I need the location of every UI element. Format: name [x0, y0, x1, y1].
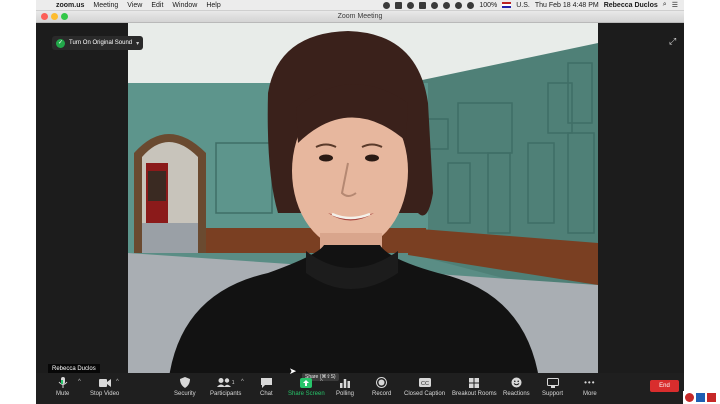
expand-icon[interactable]: ⤢ [669, 37, 678, 46]
menu-app[interactable]: zoom.us [56, 2, 84, 9]
closed-caption-button[interactable]: CC Closed Caption [404, 377, 445, 397]
shield-check-icon: ✓ [56, 38, 65, 48]
battery-percent[interactable]: 100% [479, 2, 497, 9]
mute-button[interactable]: Mute [56, 377, 69, 397]
cc-icon: CC [418, 377, 431, 388]
video-options-chevron-icon[interactable]: ^ [116, 379, 119, 385]
record-icon [376, 377, 388, 388]
security-label: Security [174, 391, 196, 397]
volume-icon[interactable] [467, 1, 475, 9]
participants-label: Participants [210, 391, 242, 397]
breakout-rooms-button[interactable]: Breakout Rooms [452, 377, 497, 397]
participants-chevron-icon[interactable]: ^ [241, 379, 244, 385]
svg-text:CC: CC [421, 381, 429, 387]
mac-menubar: zoom.us Meeting View Edit Window Help 10… [36, 0, 684, 11]
brand-logo-icon [707, 393, 716, 402]
breakout-rooms-label: Breakout Rooms [452, 391, 497, 397]
support-label: Support [542, 391, 564, 397]
security-button[interactable]: Security [174, 377, 196, 397]
brand-logo-icon [685, 393, 694, 402]
chat-button[interactable]: Chat [260, 377, 273, 397]
support-icon [546, 377, 559, 388]
more-button[interactable]: ••• More [583, 377, 597, 397]
bluetooth-icon[interactable] [443, 1, 451, 9]
menu-window[interactable]: Window [172, 2, 197, 9]
zoom-window: Zoom Meeting ✓ Turn On Original Sound ▾ … [36, 11, 684, 404]
participants-icon: 1 [216, 377, 236, 388]
breakout-rooms-icon [468, 377, 480, 388]
more-dots-icon: ••• [584, 378, 596, 387]
mute-label: Mute [56, 391, 70, 397]
window-title: Zoom Meeting [337, 13, 383, 20]
original-sound-button[interactable]: ✓ Turn On Original Sound ▾ [52, 36, 144, 50]
clock[interactable]: Thu Feb 18 4:48 PM [535, 2, 599, 9]
support-button[interactable]: Support [542, 377, 563, 397]
participants-count: 1 [231, 379, 235, 386]
brand-logo-icon [696, 393, 705, 402]
menu-edit[interactable]: Edit [151, 2, 163, 9]
menu-list-icon[interactable]: ☰ [672, 1, 678, 9]
participant-video [128, 23, 598, 385]
reactions-label: Reactions [503, 391, 530, 397]
flag-icon [502, 2, 512, 8]
menu-meeting[interactable]: Meeting [93, 2, 118, 9]
microphone-icon [57, 377, 69, 388]
user-name[interactable]: Rebecca Duclos [604, 2, 658, 9]
audio-options-chevron-icon[interactable]: ^ [78, 379, 81, 385]
status-icon[interactable] [419, 1, 427, 9]
status-icon[interactable] [431, 1, 439, 9]
status-icon[interactable] [407, 1, 415, 9]
shield-icon [179, 377, 191, 388]
more-label: More [583, 391, 597, 397]
end-meeting-button[interactable]: End [650, 380, 679, 392]
record-label: Record [372, 391, 392, 397]
share-screen-label: Share Screen [288, 391, 325, 397]
original-sound-label: Turn On Original Sound [69, 40, 133, 46]
participants-button[interactable]: 1 Participants [210, 377, 241, 397]
wifi-icon[interactable] [455, 1, 463, 9]
locale-label[interactable]: U.S. [516, 2, 530, 9]
mouse-cursor-icon: ➤ [289, 366, 297, 376]
status-area: 100% U.S. Thu Feb 18 4:48 PM Rebecca Duc… [383, 1, 684, 9]
chevron-down-icon[interactable]: ▾ [136, 40, 139, 47]
polling-button[interactable]: Polling [336, 377, 354, 397]
record-button[interactable]: Record [372, 377, 391, 397]
closed-caption-label: Closed Caption [404, 391, 446, 397]
status-icon[interactable] [395, 1, 403, 9]
meeting-toolbar: Share (⌘⇧S) Mute ^ Stop Video ^ Security… [36, 373, 684, 404]
menu-help[interactable]: Help [206, 2, 220, 9]
chat-icon [260, 377, 272, 388]
search-icon[interactable]: ⌕ [663, 1, 667, 9]
chat-label: Chat [260, 391, 273, 397]
stop-video-button[interactable]: Stop Video [90, 377, 119, 397]
video-camera-icon [98, 377, 111, 388]
share-options-chevron-icon[interactable]: ^ [320, 379, 323, 385]
bar-chart-icon [339, 377, 351, 388]
reactions-button[interactable]: Reactions [503, 377, 530, 397]
stop-video-label: Stop Video [90, 391, 120, 397]
video-area: ✓ Turn On Original Sound ▾ ⤢ [36, 23, 684, 385]
menu-view[interactable]: View [127, 2, 142, 9]
corner-watermark [683, 391, 720, 404]
polling-label: Polling [336, 391, 355, 397]
share-screen-icon [300, 377, 313, 388]
status-icon[interactable] [383, 1, 391, 9]
smiley-icon [510, 377, 522, 388]
title-bar: Zoom Meeting [36, 11, 684, 23]
